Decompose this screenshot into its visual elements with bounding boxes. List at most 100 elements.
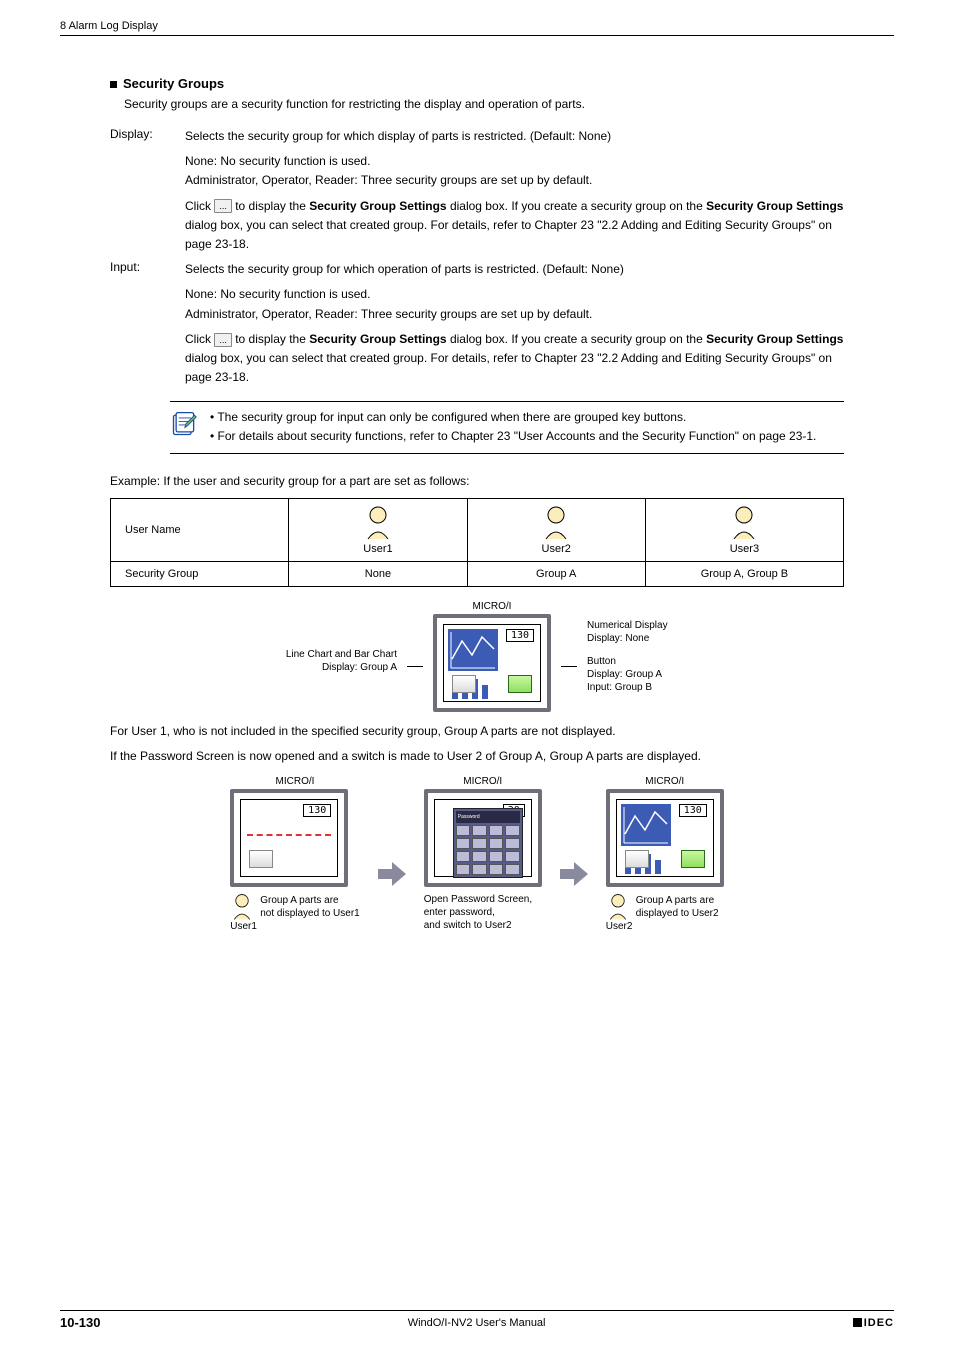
numerical-display: 130 xyxy=(679,804,707,817)
micro-screen: 130 xyxy=(230,789,348,887)
annot-left: Line Chart and Bar Chart Display: Group … xyxy=(257,648,397,674)
green-button-icon xyxy=(508,675,532,693)
example-lead: Example: If the user and security group … xyxy=(110,474,844,488)
section-title: Security Groups xyxy=(123,76,224,91)
user-icon xyxy=(729,505,759,541)
micro-screen: 30 Password xyxy=(424,789,542,887)
text: Click xyxy=(185,332,214,346)
input-none: None: No security function is used. xyxy=(185,285,844,304)
display-admin: Administrator, Operator, Reader: Three s… xyxy=(185,171,844,190)
password-keypad: Password xyxy=(453,808,523,878)
numerical-display: 130 xyxy=(303,804,331,817)
display-click-para: Click ... to display the Security Group … xyxy=(185,197,844,255)
page-header: 8 Alarm Log Display xyxy=(60,20,894,36)
micro-screen: 130 xyxy=(606,789,724,887)
square-bullet-icon xyxy=(110,81,117,88)
table-row: Security Group None Group A Group A, Gro… xyxy=(111,561,844,586)
section-intro: Security groups are a security function … xyxy=(124,95,844,113)
numerical-display: 130 xyxy=(506,629,534,642)
table-cell: User Name xyxy=(111,498,289,561)
section-heading: Security Groups xyxy=(110,76,844,91)
leader-line xyxy=(561,666,577,667)
arrow-right-icon xyxy=(378,862,406,886)
note-bullet-1: • The security group for input can only … xyxy=(210,408,816,427)
text: to display the xyxy=(232,199,309,213)
ellipsis-button-icon[interactable]: ... xyxy=(214,199,232,213)
text: dialog box. If you create a security gro… xyxy=(447,199,707,213)
micro-screen: 130 xyxy=(433,614,551,712)
line-chart-icon xyxy=(621,804,671,846)
text: not displayed to User1 xyxy=(260,907,360,920)
user-icon xyxy=(363,505,393,541)
annot-right: Numerical Display Display: None Button D… xyxy=(587,619,697,694)
text: Open Password Screen, xyxy=(424,893,542,906)
text: Numerical Display xyxy=(587,619,697,632)
brand-logo: IDEC xyxy=(853,1317,894,1329)
footer-title: WindO/I-NV2 User's Manual xyxy=(408,1317,546,1329)
text: Click xyxy=(185,199,214,213)
sgs-bold2: Security Group Settings xyxy=(706,199,843,213)
text: User3 xyxy=(730,543,759,555)
user-icon xyxy=(230,893,254,921)
display-line1: Selects the security group for which dis… xyxy=(185,127,844,146)
text: to display the xyxy=(232,332,309,346)
table-cell: Group A xyxy=(467,561,645,586)
micro-label: MICRO/I xyxy=(433,601,551,612)
page-number: 10-130 xyxy=(60,1315,100,1330)
caption-1: Group A parts are not displayed to User1 xyxy=(230,893,360,921)
text: The security group for input can only be… xyxy=(217,410,686,424)
text: displayed to User2 xyxy=(636,907,719,920)
arrow-right-icon xyxy=(560,862,588,886)
text: Button xyxy=(587,655,697,668)
page-footer: 10-130 WindO/I-NV2 User's Manual IDEC xyxy=(60,1310,894,1330)
input-admin: Administrator, Operator, Reader: Three s… xyxy=(185,305,844,324)
text: and switch to User2 xyxy=(424,919,542,932)
sgs-bold2: Security Group Settings xyxy=(706,332,843,346)
input-click-para: Click ... to display the Security Group … xyxy=(185,330,844,388)
text: dialog box. If you create a security gro… xyxy=(447,332,707,346)
micro-box-2: MICRO/I 30 Password Open Pass xyxy=(424,776,542,932)
annotated-screen: Line Chart and Bar Chart Display: Group … xyxy=(110,601,844,712)
input-label: Input: xyxy=(110,260,185,387)
text: User1 xyxy=(363,543,392,555)
green-button-icon xyxy=(681,850,705,868)
text: Display: Group A xyxy=(257,661,397,674)
table-cell: User1 xyxy=(289,498,467,561)
white-button-icon xyxy=(249,850,273,868)
text: IDEC xyxy=(864,1317,894,1329)
leader-line xyxy=(407,666,423,667)
text: Group A parts are xyxy=(260,894,360,907)
table-row: User Name User1 User2 User3 xyxy=(111,498,844,561)
text: dialog box, you can select that created … xyxy=(185,218,832,251)
text: Display: Group A xyxy=(587,668,697,681)
micro-box-1: MICRO/I 130 Group A parts are not displa… xyxy=(230,776,360,932)
white-button-icon xyxy=(452,675,476,693)
user-label: User2 xyxy=(606,921,724,932)
ellipsis-button-icon[interactable]: ... xyxy=(214,333,232,347)
note-bullet-2: • For details about security functions, … xyxy=(210,427,816,446)
text: Display: None xyxy=(587,632,697,645)
micro-label: MICRO/I xyxy=(230,776,360,787)
text: Group A parts are xyxy=(636,894,719,907)
note-box: • The security group for input can only … xyxy=(170,401,844,453)
table-cell: Group A, Group B xyxy=(645,561,843,586)
user-label: User1 xyxy=(230,921,360,932)
para-2: If the Password Screen is now opened and… xyxy=(110,747,844,766)
para-1: For User 1, who is not included in the s… xyxy=(110,722,844,741)
square-icon xyxy=(853,1318,862,1327)
note-icon xyxy=(170,410,198,438)
user-icon xyxy=(606,893,630,921)
user-icon xyxy=(541,505,571,541)
keypad-header: Password xyxy=(456,811,520,823)
caption-3: Group A parts are displayed to User2 xyxy=(606,893,724,921)
micro-label: MICRO/I xyxy=(606,776,724,787)
text: dialog box, you can select that created … xyxy=(185,351,832,384)
table-cell: User2 xyxy=(467,498,645,561)
white-button-icon xyxy=(625,850,649,868)
micro-box-3: MICRO/I 130 Group A parts are displayed … xyxy=(606,776,724,932)
sgs-bold: Security Group Settings xyxy=(309,332,446,346)
caption-2: Open Password Screen, enter password, an… xyxy=(424,893,542,932)
text: enter password, xyxy=(424,906,542,919)
table-cell: Security Group xyxy=(111,561,289,586)
text: Line Chart and Bar Chart xyxy=(257,648,397,661)
